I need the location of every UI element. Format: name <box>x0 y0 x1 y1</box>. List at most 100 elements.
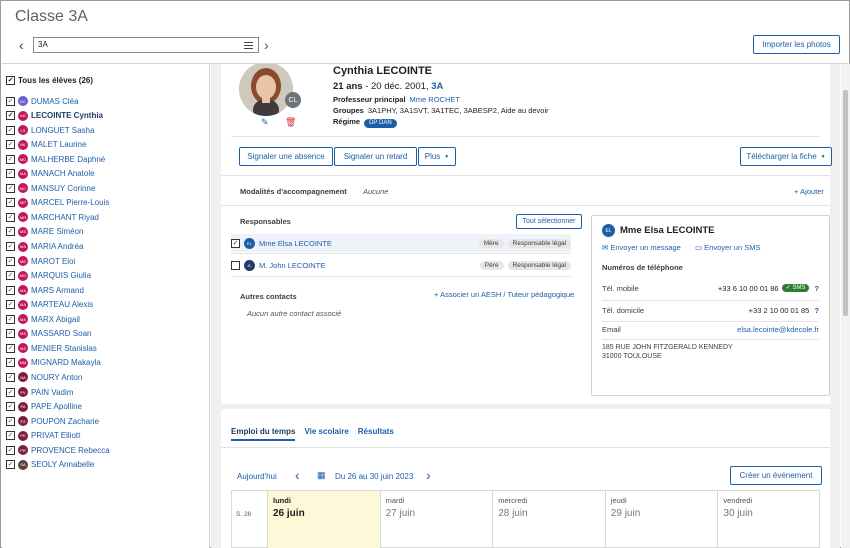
student-name[interactable]: MARIA Andréa <box>31 242 83 251</box>
delete-icon[interactable]: 🗑 <box>285 117 296 128</box>
student-list-item[interactable]: ✓ MS MASSARD Soan <box>6 328 91 340</box>
class-select[interactable]: 3A <box>33 37 259 53</box>
checkbox[interactable]: ✓ <box>6 460 15 470</box>
checkbox[interactable]: ✓ <box>6 242 15 251</box>
help-icon[interactable]: ? <box>812 306 819 315</box>
checkbox[interactable]: ✓ <box>6 271 15 281</box>
next-class-icon[interactable]: › <box>264 38 269 52</box>
next-week-icon[interactable]: › <box>426 468 431 482</box>
checkbox[interactable]: ✓ <box>6 300 15 310</box>
student-name[interactable]: MARTEAU Alexis <box>31 300 93 309</box>
checkbox[interactable]: ✓ <box>6 140 15 150</box>
today-button[interactable]: Aujourd'hui <box>237 472 277 481</box>
student-list-item[interactable]: ✓ MC MANSUY Corinne <box>6 182 95 194</box>
student-name[interactable]: PAPE Apolline <box>31 402 82 411</box>
calendar-icon[interactable]: ▦ <box>317 470 326 481</box>
help-icon[interactable]: ? <box>812 284 819 293</box>
checkbox[interactable]: ✓ <box>6 256 15 266</box>
student-name[interactable]: MANACH Anatole <box>31 169 95 178</box>
student-list-item[interactable]: ✓ MA MARIA Andréa <box>6 241 83 253</box>
checkbox[interactable]: ✓ <box>6 372 15 382</box>
student-name[interactable]: LONGUET Sasha <box>31 126 94 135</box>
checkbox[interactable]: ✓ <box>6 227 15 237</box>
calendar-day-column[interactable]: mercredi 28 juin <box>492 491 605 548</box>
student-name[interactable]: DUMAS Cléa <box>31 97 79 106</box>
create-event-button[interactable]: Créer un événement <box>730 466 822 485</box>
main-teacher-link[interactable]: Mme ROCHET <box>410 95 460 104</box>
student-name[interactable]: MIGNARD Makayla <box>31 358 101 367</box>
student-list-item[interactable]: ✓ PR PROVENCE Rebecca <box>6 444 110 456</box>
checkbox[interactable]: ✓ <box>6 416 15 426</box>
checkbox[interactable]: ✓ <box>6 75 15 85</box>
import-photos-button[interactable]: Importer les photos <box>753 35 840 54</box>
add-accompaniment-button[interactable]: + Ajouter <box>794 187 824 196</box>
student-list-item[interactable]: ✓ LC LECOINTE Cynthia <box>6 110 103 122</box>
student-list-item[interactable]: ✓ NA NOURY Anton <box>6 371 82 383</box>
week-range[interactable]: Du 26 au 30 juin 2023 <box>335 472 413 481</box>
student-name[interactable]: PROVENCE Rebecca <box>31 446 110 455</box>
checkbox[interactable]: ✓ <box>6 431 15 441</box>
guardian-row[interactable]: JL M. John LECOINTE Père Responsable lég… <box>231 256 571 274</box>
checkbox[interactable]: ✓ <box>6 212 15 222</box>
student-class-link[interactable]: 3A <box>431 81 443 92</box>
student-list-item[interactable]: ✓ MR MARCHANT Riyad <box>6 211 99 223</box>
student-list-item[interactable]: ✓ MG MARQUIS Giulia <box>6 270 91 282</box>
checkbox[interactable]: ✓ <box>6 445 15 455</box>
report-absence-button[interactable]: Signaler une absence <box>239 147 333 166</box>
student-list-item[interactable]: ✓ ML MALET Laurine <box>6 139 86 151</box>
checkbox[interactable]: ✓ <box>231 238 240 248</box>
previous-class-icon[interactable]: ‹ <box>19 38 24 52</box>
checkbox[interactable]: ✓ <box>6 329 15 339</box>
student-list-item[interactable]: ✓ MA MARS Armand <box>6 284 84 296</box>
student-name[interactable]: LECOINTE Cynthia <box>31 111 103 120</box>
edit-icon[interactable]: ✎ <box>261 117 269 128</box>
student-list-item[interactable]: ✓ MS MENIER Stanislas <box>6 342 97 354</box>
checkbox[interactable]: ✓ <box>6 314 15 324</box>
select-all-button[interactable]: Tout sélectionner <box>516 214 582 229</box>
checkbox[interactable]: ✓ <box>6 96 15 106</box>
tab-results[interactable]: Résultats <box>358 427 394 441</box>
checkbox[interactable]: ✓ <box>6 154 15 164</box>
checkbox[interactable]: ✓ <box>6 169 15 179</box>
select-all-students[interactable]: ✓ Tous les élèves (26) <box>6 74 93 86</box>
student-list-item[interactable]: ✓ PZ POUPON Zacharie <box>6 415 99 427</box>
student-list-item[interactable]: ✓ MA MARX Abigail <box>6 313 80 325</box>
checkbox[interactable] <box>231 260 240 270</box>
email-link[interactable]: elsa.lecointe@kdecole.fr <box>737 325 819 334</box>
student-name[interactable]: MARX Abigail <box>31 315 80 324</box>
vertical-scrollbar[interactable] <box>841 64 850 548</box>
student-name[interactable]: MASSARD Soan <box>31 329 91 338</box>
student-name[interactable]: MARCHANT Riyad <box>31 213 99 222</box>
checkbox[interactable]: ✓ <box>6 125 15 135</box>
checkbox[interactable]: ✓ <box>6 343 15 353</box>
student-list-item[interactable]: ✓ MM MIGNARD Makayla <box>6 357 101 369</box>
student-name[interactable]: MAROT Eloi <box>31 257 75 266</box>
student-name[interactable]: MARE Siméon <box>31 227 83 236</box>
calendar-day-column[interactable]: jeudi 29 juin <box>604 491 718 548</box>
student-name[interactable]: MALET Laurine <box>31 140 86 149</box>
menu-icon[interactable] <box>244 42 253 51</box>
download-sheet-button[interactable]: Télécharger la fiche ▼ <box>740 147 832 166</box>
student-name[interactable]: SEOLY Annabelle <box>31 460 94 469</box>
guardian-name[interactable]: M. John LECOINTE <box>259 261 325 270</box>
calendar-day-column[interactable]: lundi 26 juin <box>267 491 380 548</box>
checkbox[interactable]: ✓ <box>6 402 15 412</box>
student-list-item[interactable]: ✓ MA MARTEAU Alexis <box>6 299 93 311</box>
student-list-item[interactable]: ✓ MS MARE Siméon <box>6 226 83 238</box>
previous-week-icon[interactable]: ‹ <box>295 468 300 482</box>
more-button[interactable]: Plus ▼ <box>418 147 456 166</box>
calendar-day-column[interactable]: mardi 27 juin <box>379 491 493 548</box>
student-list-item[interactable]: ✓ SA SEOLY Annabelle <box>6 459 94 471</box>
associate-aesh-button[interactable]: + Associer un AESH / Tuteur pédagogique <box>434 290 574 299</box>
student-list-item[interactable]: ✓ ME MAROT Eloi <box>6 255 75 267</box>
guardian-row[interactable]: ✓ EL Mme Elsa LECOINTE Mère Responsable … <box>231 234 571 252</box>
send-sms-link[interactable]: ▭ Envoyer un SMS <box>695 243 760 252</box>
student-list-item[interactable]: ✓ MP MARCEL Pierre-Louis <box>6 197 109 209</box>
student-name[interactable]: MARS Armand <box>31 286 84 295</box>
student-name[interactable]: MARCEL Pierre-Louis <box>31 198 109 207</box>
student-list-item[interactable]: ✓ MD MALHERBE Daphné <box>6 153 105 165</box>
tab-timetable[interactable]: Emploi du temps <box>231 427 296 441</box>
student-name[interactable]: PRIVAT Elliott <box>31 431 80 440</box>
student-name[interactable]: MARQUIS Giulia <box>31 271 91 280</box>
student-list-item[interactable]: ✓ PV PAIN Vadim <box>6 386 73 398</box>
